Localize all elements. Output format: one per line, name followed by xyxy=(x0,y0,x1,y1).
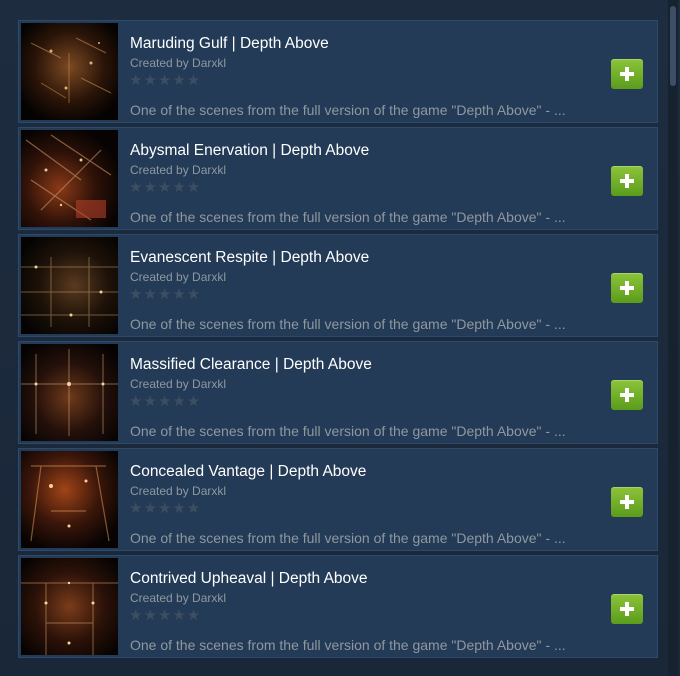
scrollbar[interactable] xyxy=(668,0,678,676)
add-to-collection-button[interactable] xyxy=(611,380,643,410)
item-creator: Created by Darxkl xyxy=(130,377,227,391)
add-to-collection-button[interactable] xyxy=(611,59,643,89)
add-to-collection-button[interactable] xyxy=(611,487,643,517)
workshop-item[interactable]: Evanescent Respite | Depth Above Created… xyxy=(18,234,658,337)
add-to-collection-button[interactable] xyxy=(611,166,643,196)
scene-thumbnail-icon[interactable] xyxy=(21,23,118,120)
item-creator: Created by Darxkl xyxy=(130,270,227,284)
item-creator: Created by Darxkl xyxy=(130,56,227,70)
scene-thumbnail-icon[interactable] xyxy=(21,451,118,548)
item-title[interactable]: Maruding Gulf | Depth Above xyxy=(130,35,329,53)
scrollbar-thumb[interactable] xyxy=(670,6,676,86)
item-creator: Created by Darxkl xyxy=(130,484,227,498)
item-title[interactable]: Concealed Vantage | Depth Above xyxy=(130,463,366,481)
item-description: One of the scenes from the full version … xyxy=(130,316,566,332)
item-description: One of the scenes from the full version … xyxy=(130,530,566,546)
scene-thumbnail-icon[interactable] xyxy=(21,130,118,227)
add-to-collection-button[interactable] xyxy=(611,594,643,624)
scene-thumbnail-icon[interactable] xyxy=(21,558,118,655)
star-rating: ★★★★★ xyxy=(129,500,202,517)
item-creator: Created by Darxkl xyxy=(130,163,227,177)
item-title[interactable]: Abysmal Enervation | Depth Above xyxy=(130,142,369,160)
workshop-item[interactable]: Massified Clearance | Depth Above Create… xyxy=(18,341,658,444)
workshop-item[interactable]: Abysmal Enervation | Depth Above Created… xyxy=(18,127,658,230)
workshop-item[interactable]: Contrived Upheaval | Depth Above Created… xyxy=(18,555,658,658)
star-rating: ★★★★★ xyxy=(129,393,202,410)
item-description: One of the scenes from the full version … xyxy=(130,209,566,225)
item-description: One of the scenes from the full version … xyxy=(130,423,566,439)
item-description: One of the scenes from the full version … xyxy=(130,102,566,118)
star-rating: ★★★★★ xyxy=(129,179,202,196)
workshop-item[interactable]: Concealed Vantage | Depth Above Created … xyxy=(18,448,658,551)
workshop-browse-page: Maruding Gulf | Depth Above Created by D… xyxy=(0,0,680,676)
item-creator: Created by Darxkl xyxy=(130,591,227,605)
scene-thumbnail-icon[interactable] xyxy=(21,237,118,334)
item-description: One of the scenes from the full version … xyxy=(130,637,566,653)
item-title[interactable]: Evanescent Respite | Depth Above xyxy=(130,249,369,267)
star-rating: ★★★★★ xyxy=(129,72,202,89)
scene-thumbnail-icon[interactable] xyxy=(21,344,118,441)
item-title[interactable]: Massified Clearance | Depth Above xyxy=(130,356,372,374)
item-title[interactable]: Contrived Upheaval | Depth Above xyxy=(130,570,368,588)
star-rating: ★★★★★ xyxy=(129,607,202,624)
star-rating: ★★★★★ xyxy=(129,286,202,303)
workshop-item[interactable]: Maruding Gulf | Depth Above Created by D… xyxy=(18,20,658,123)
workshop-item-list: Maruding Gulf | Depth Above Created by D… xyxy=(18,20,658,662)
add-to-collection-button[interactable] xyxy=(611,273,643,303)
